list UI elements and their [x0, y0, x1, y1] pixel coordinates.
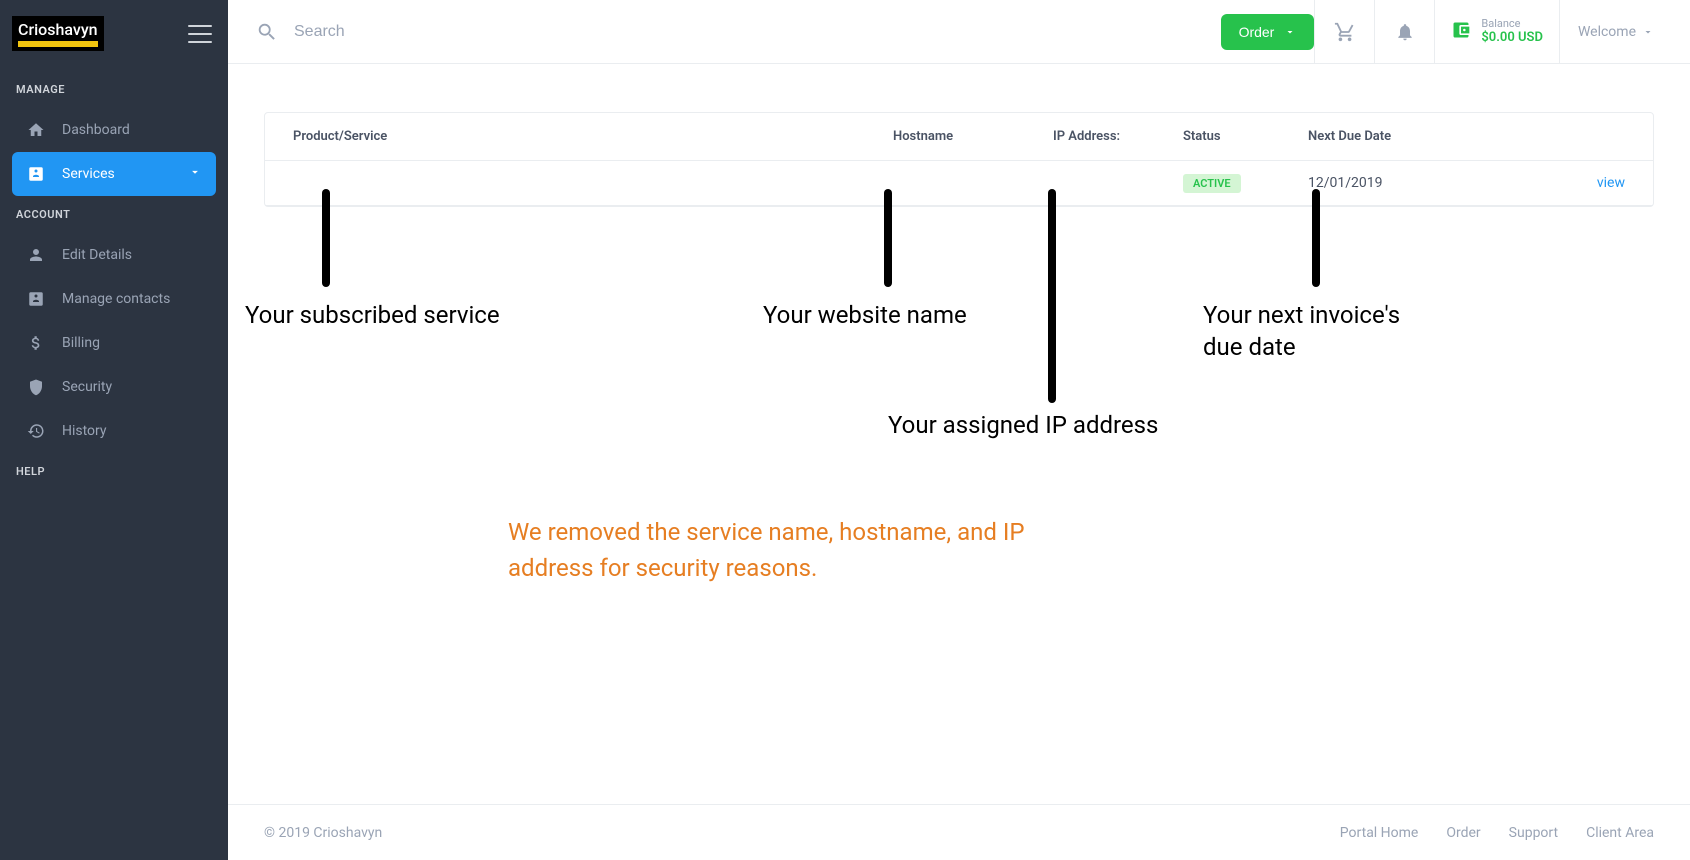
footer-copyright: © 2019 Crioshavyn: [264, 825, 382, 841]
contacts-icon: [26, 289, 46, 309]
annotation-line: [884, 189, 892, 287]
order-button-label: Order: [1239, 24, 1275, 40]
header: Order Balance $0.00 USD: [228, 0, 1690, 64]
services-table: Product/Service Hostname IP Address: Sta…: [264, 112, 1654, 207]
sidebar-item-manage-contacts[interactable]: Manage contacts: [12, 277, 216, 321]
section-help: HELP: [12, 453, 216, 490]
brand-logo[interactable]: Crioshavyn: [12, 16, 104, 51]
sidebar-item-label: Billing: [62, 335, 100, 351]
sidebar-item-billing[interactable]: Billing: [12, 321, 216, 365]
cart-icon: [1334, 21, 1356, 43]
th-status: Status: [1183, 129, 1308, 144]
search-icon[interactable]: [256, 21, 278, 43]
sidebar-item-services[interactable]: Services: [12, 152, 216, 196]
footer-link-support[interactable]: Support: [1509, 825, 1558, 841]
sidebar-item-label: Dashboard: [62, 122, 130, 138]
th-due: Next Due Date: [1308, 129, 1443, 144]
th-ip: IP Address:: [1053, 129, 1183, 144]
sidebar-item-label: Edit Details: [62, 247, 132, 263]
sidebar-item-label: Services: [62, 166, 115, 182]
table-header: Product/Service Hostname IP Address: Sta…: [265, 113, 1653, 161]
brand-name: Crioshavyn: [18, 20, 98, 39]
chevron-down-icon: [1642, 26, 1654, 38]
welcome-label: Welcome: [1578, 24, 1636, 40]
menu-toggle-icon[interactable]: [188, 25, 212, 43]
sidebar-item-dashboard[interactable]: Dashboard: [12, 108, 216, 152]
td-status: ACTIVE: [1183, 175, 1308, 191]
sidebar-item-label: History: [62, 423, 107, 439]
notifications-button[interactable]: [1374, 0, 1434, 64]
chevron-down-icon: [188, 165, 202, 183]
main-content: Order Balance $0.00 USD: [228, 0, 1690, 860]
annotation-line: [322, 189, 330, 287]
dollar-icon: [26, 333, 46, 353]
annotation-line: [1312, 189, 1320, 287]
order-button[interactable]: Order: [1221, 14, 1315, 50]
section-manage: MANAGE: [12, 71, 216, 108]
footer-link-portal[interactable]: Portal Home: [1340, 825, 1419, 841]
bell-icon: [1395, 22, 1415, 42]
search-input[interactable]: [294, 23, 694, 41]
balance-display[interactable]: Balance $0.00 USD: [1434, 0, 1559, 64]
sidebar-item-security[interactable]: Security: [12, 365, 216, 409]
annotation-hostname: Your website name: [763, 299, 967, 331]
cart-button[interactable]: [1314, 0, 1374, 64]
annotation-ip: Your assigned IP address: [888, 409, 1158, 441]
th-product: Product/Service: [293, 129, 893, 144]
sidebar-item-label: Security: [62, 379, 112, 395]
sidebar: Crioshavyn MANAGE Dashboard Services: [0, 0, 228, 860]
view-link[interactable]: view: [1597, 175, 1625, 191]
user-menu[interactable]: Welcome: [1559, 0, 1674, 64]
th-hostname: Hostname: [893, 129, 1053, 144]
annotation-line: [1048, 189, 1056, 403]
balance-label: Balance: [1481, 17, 1543, 30]
wallet-icon: [1451, 20, 1471, 44]
sidebar-item-history[interactable]: History: [12, 409, 216, 453]
sidebar-item-edit-details[interactable]: Edit Details: [12, 233, 216, 277]
home-icon: [26, 120, 46, 140]
footer-link-client[interactable]: Client Area: [1586, 825, 1654, 841]
footer: © 2019 Crioshavyn Portal Home Order Supp…: [228, 804, 1690, 860]
footer-link-order[interactable]: Order: [1446, 825, 1480, 841]
annotation-notice: We removed the service name, hostname, a…: [508, 514, 1108, 586]
status-badge: ACTIVE: [1183, 174, 1241, 193]
person-icon: [26, 245, 46, 265]
table-row[interactable]: ACTIVE 12/01/2019 view: [265, 161, 1653, 206]
annotation-product: Your subscribed service: [245, 299, 500, 331]
chevron-down-icon: [1284, 26, 1296, 38]
contact-card-icon: [26, 164, 46, 184]
annotation-due: Your next invoice's due date: [1203, 299, 1443, 364]
section-account: ACCOUNT: [12, 196, 216, 233]
sidebar-item-label: Manage contacts: [62, 291, 170, 307]
shield-icon: [26, 377, 46, 397]
td-due: 12/01/2019: [1308, 175, 1443, 191]
history-icon: [26, 421, 46, 441]
balance-amount: $0.00 USD: [1481, 30, 1543, 46]
